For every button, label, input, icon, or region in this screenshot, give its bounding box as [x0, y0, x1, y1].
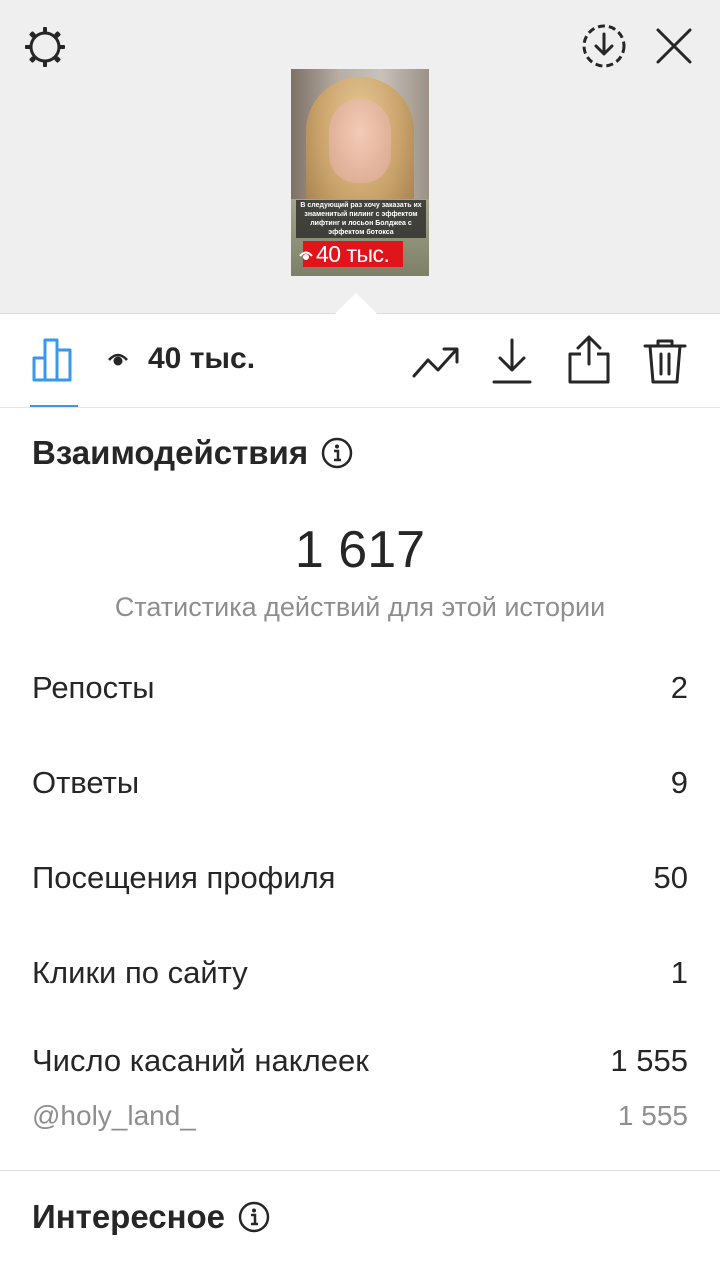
- tab-insights[interactable]: [30, 336, 78, 384]
- story-toolbar: 40 тыс.: [0, 314, 720, 408]
- discovery-header: Интересное: [32, 1198, 271, 1236]
- stat-value: 1 555: [610, 1043, 688, 1078]
- story-preview-area: В следующий раз хочу заказать их знамени…: [0, 0, 720, 314]
- section-divider: [0, 1170, 720, 1171]
- close-icon: [656, 28, 692, 64]
- sticker-mention-value: 1 555: [617, 1100, 688, 1131]
- stat-value: 9: [670, 765, 688, 800]
- tab-active-indicator: [30, 405, 78, 407]
- stat-label: Клики по сайту: [32, 955, 248, 990]
- stat-label: Репосты: [32, 670, 155, 705]
- interactions-caption: Статистика действий для этой истории: [114, 592, 606, 622]
- stat-label: Посещения профиля: [32, 860, 336, 895]
- stat-value: 1: [670, 955, 688, 990]
- preview-pointer: [334, 293, 378, 315]
- thumbnail-person-face: [329, 99, 391, 183]
- trash-icon: [643, 339, 687, 384]
- promote-trend-icon: [412, 347, 459, 378]
- delete-button[interactable]: [640, 336, 690, 386]
- story-caption: В следующий раз хочу заказать их знамени…: [296, 200, 426, 238]
- download-icon: [492, 338, 532, 384]
- save-to-device-button[interactable]: [580, 22, 628, 70]
- download-button[interactable]: [488, 336, 536, 386]
- stat-row-sticker-taps: Число касаний наклеек 1 555: [32, 1043, 688, 1079]
- stat-row-reposts: Репосты 2: [32, 670, 688, 706]
- discovery-title: Интересное: [32, 1198, 226, 1235]
- stat-label: Ответы: [32, 765, 140, 800]
- stat-row-replies: Ответы 9: [32, 765, 688, 801]
- stat-label: Число касаний наклеек: [32, 1043, 369, 1078]
- promote-button[interactable]: [410, 340, 462, 384]
- interactions-title: Взаимодействия: [32, 434, 309, 471]
- settings-button[interactable]: [20, 22, 70, 72]
- views-summary[interactable]: 40 тыс.: [106, 342, 255, 376]
- stat-row-profile-visits: Посещения профиля 50: [32, 860, 688, 896]
- stat-row-sticker-detail[interactable]: @holy_land_ 1 555: [32, 1100, 688, 1132]
- stat-row-website-clicks: Клики по сайту 1: [32, 955, 688, 991]
- interactions-header: Взаимодействия: [32, 434, 354, 472]
- close-button[interactable]: [652, 24, 696, 68]
- stat-value: 50: [653, 860, 688, 895]
- story-thumbnail[interactable]: В следующий раз хочу заказать их знамени…: [291, 69, 429, 276]
- insights-bar-icon: [32, 338, 72, 382]
- sticker-mention-label: @holy_land_: [32, 1100, 196, 1131]
- share-button[interactable]: [564, 334, 614, 386]
- settings-icon: [25, 27, 65, 67]
- info-icon[interactable]: [237, 1200, 271, 1234]
- thumbnail-views-count: 40 тыс.: [316, 241, 390, 267]
- eye-icon: [299, 251, 313, 260]
- save-circle-icon: [582, 24, 626, 68]
- stat-value: 2: [670, 670, 688, 705]
- views-count: 40 тыс.: [148, 342, 256, 375]
- eye-icon: [108, 353, 128, 366]
- info-icon[interactable]: [320, 436, 354, 470]
- thumbnail-views: 40 тыс.: [299, 241, 390, 268]
- interactions-total: 1 617: [294, 521, 426, 579]
- share-icon: [568, 335, 610, 384]
